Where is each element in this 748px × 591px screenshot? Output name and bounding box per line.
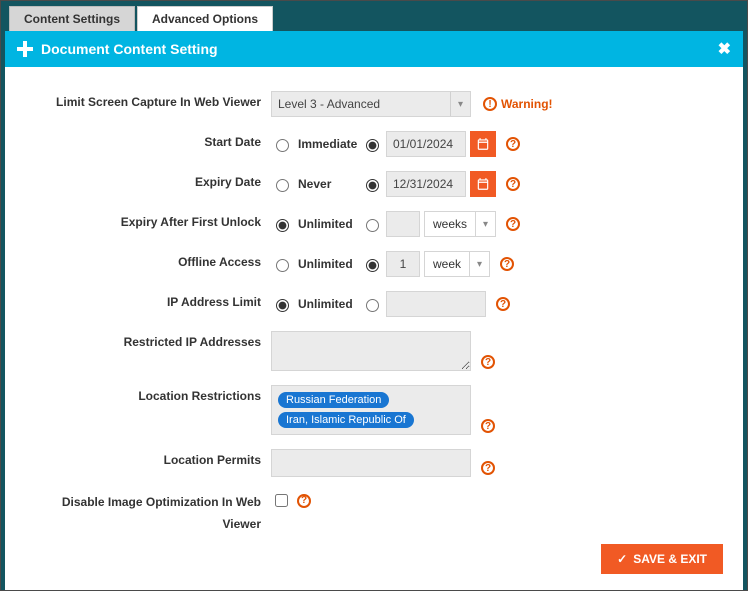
tab-advanced-options[interactable]: Advanced Options [137,6,273,31]
disable-image-opt-label: Disable Image Optimization In Web Viewer [25,491,271,535]
modal-footer: ✓ SAVE & EXIT [601,544,723,574]
expiry-date-picker-button[interactable] [470,171,496,197]
offline-unlimited-text: Unlimited [298,257,353,271]
offline-unlimited-option[interactable]: Unlimited [271,256,357,272]
expiry-date-input[interactable]: 12/31/2024 [386,171,466,197]
help-icon[interactable]: ? [506,137,520,151]
expiry-unlock-unit-value: weeks [425,212,475,236]
expiry-date-label: Expiry Date [25,171,271,193]
start-date-immediate-option[interactable]: Immediate [271,136,357,152]
start-date-picker-button[interactable] [470,131,496,157]
ip-limit-unlimited-radio[interactable] [276,299,289,312]
location-tag[interactable]: Iran, Islamic Republic Of [278,412,414,428]
location-permits-field[interactable] [271,449,471,477]
tab-bar: Content Settings Advanced Options [5,5,743,31]
calendar-icon [476,177,490,191]
start-date-custom-radio[interactable] [366,139,379,152]
offline-unit-value: week [425,252,469,276]
restricted-ip-label: Restricted IP Addresses [25,331,271,353]
warning-badge: ! Warning! [483,97,553,111]
help-icon[interactable]: ? [506,177,520,191]
ip-limit-unlimited-text: Unlimited [298,297,353,311]
restricted-ip-textarea[interactable] [271,331,471,371]
expiry-unlock-unlimited-radio[interactable] [276,219,289,232]
plus-icon [17,41,33,57]
expiry-never-text: Never [298,177,331,191]
offline-label: Offline Access [25,251,271,273]
expiry-unlock-number-input[interactable] [386,211,420,237]
start-date-immediate-text: Immediate [298,137,357,151]
help-icon[interactable]: ? [481,419,495,433]
screen-capture-label: Limit Screen Capture In Web Viewer [25,91,271,113]
location-permits-label: Location Permits [25,449,271,471]
expiry-unlock-unlimited-text: Unlimited [298,217,353,231]
offline-custom-radio[interactable] [366,259,379,272]
ip-limit-unlimited-option[interactable]: Unlimited [271,296,357,312]
expiry-never-radio[interactable] [276,179,289,192]
offline-unit-select[interactable]: week ▾ [424,251,490,277]
chevron-down-icon: ▾ [469,252,489,276]
modal-title: Document Content Setting [41,41,218,57]
chevron-down-icon: ▾ [450,92,470,116]
save-exit-button[interactable]: ✓ SAVE & EXIT [601,544,723,574]
start-date-label: Start Date [25,131,271,153]
ip-limit-input[interactable] [386,291,486,317]
screen-capture-value: Level 3 - Advanced [278,97,380,111]
ip-limit-custom-radio[interactable] [366,299,379,312]
location-tag[interactable]: Russian Federation [278,392,389,408]
expiry-never-option[interactable]: Never [271,176,357,192]
help-icon[interactable]: ? [500,257,514,271]
offline-number-input[interactable]: 1 [386,251,420,277]
help-icon[interactable]: ? [506,217,520,231]
warning-text: Warning! [501,97,553,111]
help-icon[interactable]: ? [496,297,510,311]
chevron-down-icon: ▾ [475,212,495,236]
screen-capture-select[interactable]: Level 3 - Advanced ▾ [271,91,471,117]
modal-header: Document Content Setting ✖ [5,31,743,67]
warning-icon: ! [483,97,497,111]
check-icon: ✓ [617,552,627,566]
expiry-custom-radio[interactable] [366,179,379,192]
expiry-unlock-unit-select[interactable]: weeks ▾ [424,211,496,237]
calendar-icon [476,137,490,151]
expiry-unlock-label: Expiry After First Unlock [25,211,271,233]
disable-image-opt-checkbox[interactable] [275,494,288,507]
location-restrictions-label: Location Restrictions [25,385,271,407]
tab-content-settings[interactable]: Content Settings [9,6,135,31]
modal-body: Limit Screen Capture In Web Viewer Level… [5,67,743,590]
start-date-input[interactable]: 01/01/2024 [386,131,466,157]
ip-limit-label: IP Address Limit [25,291,271,313]
expiry-unlock-unlimited-option[interactable]: Unlimited [271,216,357,232]
start-date-immediate-radio[interactable] [276,139,289,152]
expiry-unlock-custom-radio[interactable] [366,219,379,232]
settings-modal: Content Settings Advanced Options Docume… [0,0,748,591]
location-restrictions-field[interactable]: Russian Federation Iran, Islamic Republi… [271,385,471,435]
help-icon[interactable]: ? [481,355,495,369]
close-icon[interactable]: ✖ [718,39,731,59]
save-exit-label: SAVE & EXIT [633,552,707,566]
help-icon[interactable]: ? [297,494,311,508]
help-icon[interactable]: ? [481,461,495,475]
offline-unlimited-radio[interactable] [276,259,289,272]
